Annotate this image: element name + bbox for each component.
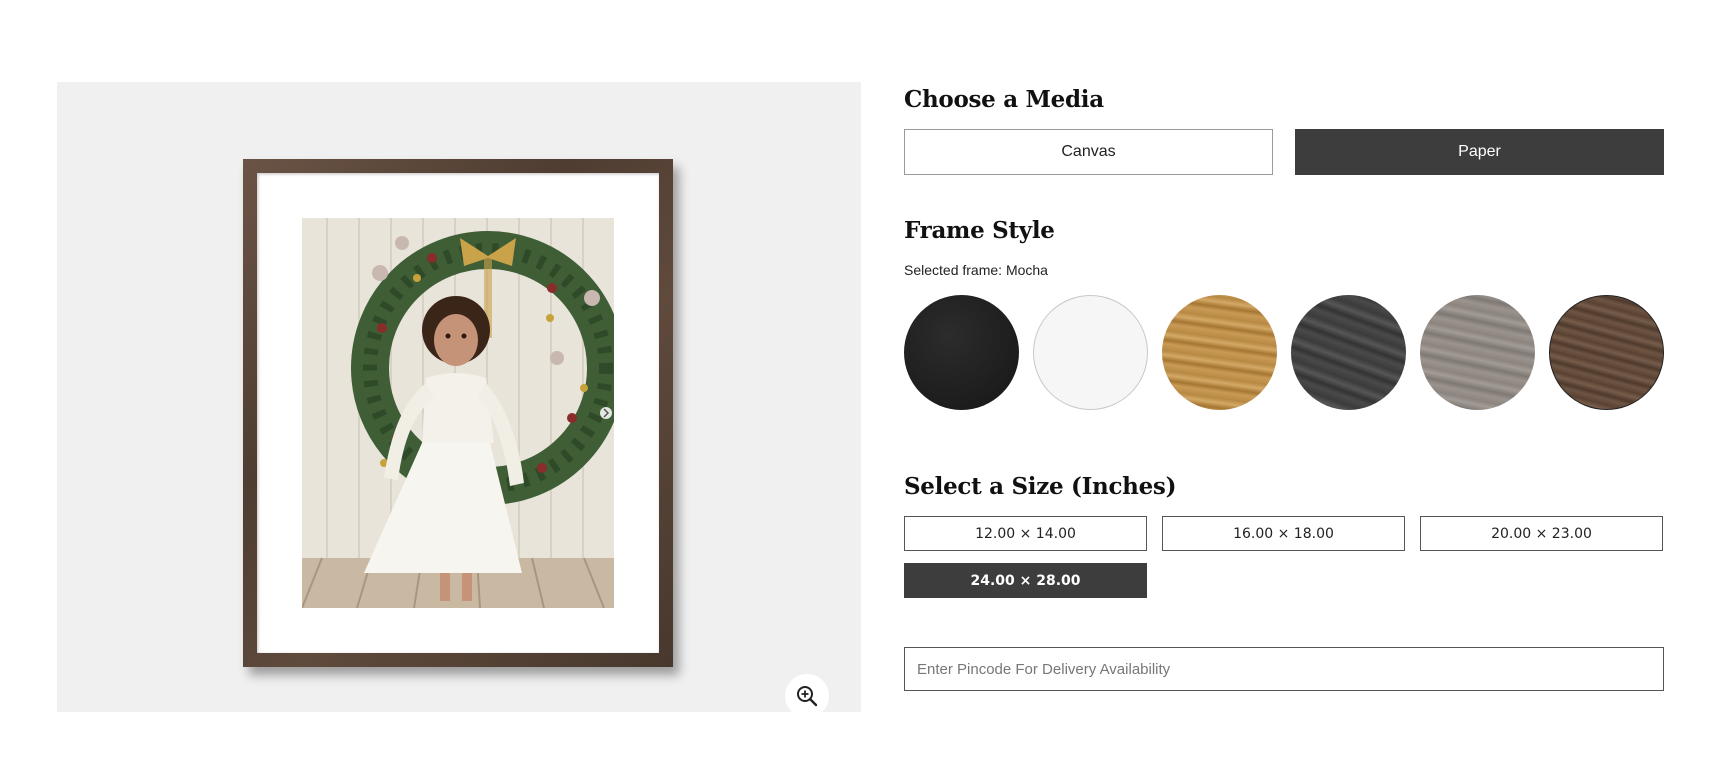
media-option-paper[interactable]: Paper [1295,129,1664,175]
frame-swatches [904,295,1664,411]
size-option-20x23[interactable]: 20.00 × 23.00 [1420,516,1663,551]
size-option-24x28[interactable]: 24.00 × 28.00 [904,563,1147,598]
print-photo [302,218,614,608]
frame-swatch-oak[interactable] [1162,295,1277,410]
size-option-12x14[interactable]: 12.00 × 14.00 [904,516,1147,551]
photo-illustration [302,218,614,608]
media-selector: Canvas Paper [904,129,1664,175]
pincode-input[interactable] [904,647,1664,691]
frame-swatch-grey[interactable] [1420,295,1535,410]
media-option-canvas[interactable]: Canvas [904,129,1273,175]
frame-swatch-mocha[interactable] [1549,295,1664,410]
size-heading: Select a Size (Inches) [904,473,1177,500]
frame-swatch-charcoal[interactable] [1291,295,1406,410]
zoom-in-icon [797,686,818,707]
frame-swatch-white[interactable] [1033,295,1148,410]
frame-swatch-black[interactable] [904,295,1019,410]
product-preview [57,82,861,718]
zoom-button[interactable] [785,674,829,718]
selected-frame-label: Selected frame: Mocha [904,262,1048,278]
size-option-16x18[interactable]: 16.00 × 18.00 [1162,516,1405,551]
media-heading: Choose a Media [904,86,1104,113]
framed-print [243,159,673,667]
print-mat [257,173,659,653]
frame-style-heading: Frame Style [904,217,1055,244]
